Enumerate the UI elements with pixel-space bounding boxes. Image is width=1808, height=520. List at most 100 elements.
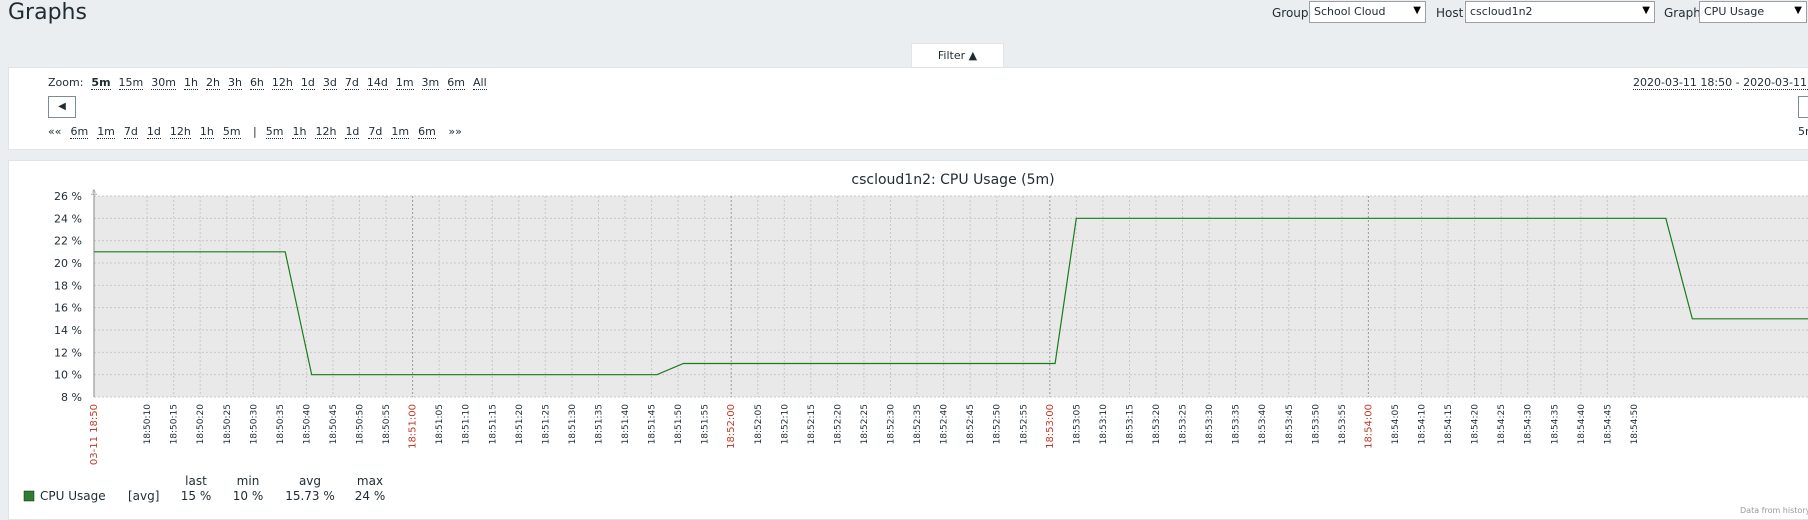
zoom-option-15m[interactable]: 15m — [118, 76, 144, 90]
period-from[interactable]: 2020-03-11 18:50 — [1633, 76, 1733, 90]
x-tick-label: 18:53:50 — [1311, 404, 1321, 445]
x-tick-label: 18:50:55 — [382, 404, 392, 444]
x-tick-label: 18:52:05 — [754, 404, 764, 444]
nav-forward-1h[interactable]: 1h — [292, 125, 307, 139]
nav-back-5m[interactable]: 5m — [222, 125, 241, 139]
x-tick-label: 18:54:05 — [1391, 404, 1401, 444]
zoom-option-14d[interactable]: 14d — [366, 76, 388, 90]
x-tick-label: 18:51:40 — [621, 404, 631, 445]
zoom-option-2h[interactable]: 2h — [205, 76, 220, 90]
nav-back-7d[interactable]: 7d — [123, 125, 138, 139]
x-tick-label: 18:52:00 — [726, 404, 737, 449]
legend-last: 15 % — [181, 489, 212, 503]
x-tick-label: 18:53:25 — [1179, 404, 1189, 444]
legend-header-min: min — [237, 474, 260, 488]
x-tick-label-start: 03-11 18:50 — [89, 404, 100, 465]
nav-back-6m[interactable]: 6m — [70, 125, 89, 139]
x-tick-label: 18:51:45 — [648, 404, 658, 444]
legend-series-name: CPU Usage — [40, 489, 106, 503]
x-tick-label: 18:52:55 — [1019, 404, 1029, 444]
legend-swatch — [23, 490, 35, 502]
nav-back-1h[interactable]: 1h — [199, 125, 214, 139]
zoom-option-7d[interactable]: 7d — [344, 76, 359, 90]
zoom-option-5m[interactable]: 5m — [91, 76, 111, 90]
graph-select-value: CPU Usage — [1704, 5, 1765, 18]
zoom-option-1h[interactable]: 1h — [183, 76, 198, 90]
x-tick-label: 18:54:20 — [1471, 404, 1481, 445]
zoom-option-30m[interactable]: 30m — [151, 76, 176, 90]
filter-tab[interactable]: Filter ▲ — [911, 43, 1004, 68]
nav-forward-1d[interactable]: 1d — [345, 125, 360, 139]
zoom-option-6h[interactable]: 6h — [249, 76, 264, 90]
host-select-value: cscloud1n2 — [1470, 5, 1533, 18]
x-tick-label: 18:51:00 — [408, 404, 419, 449]
x-tick-label: 18:51:30 — [568, 404, 578, 445]
x-tick-label: 18:52:10 — [780, 404, 790, 445]
y-tick-label: 26 % — [54, 190, 82, 203]
x-tick-label: 18:54:25 — [1497, 404, 1507, 444]
zoom-option-3m[interactable]: 3m — [421, 76, 440, 90]
host-select[interactable]: cscloud1n2 ▼ — [1465, 1, 1655, 23]
x-tick-label: 18:54:30 — [1524, 404, 1534, 445]
zoom-option-1m[interactable]: 1m — [395, 76, 414, 90]
zoom-option-all[interactable]: All — [472, 76, 487, 90]
x-tick-label: 18:53:55 — [1338, 404, 1348, 444]
nav-forward-7d[interactable]: 7d — [368, 125, 383, 139]
x-tick-label: 18:50:45 — [329, 404, 339, 444]
legend-func: [avg] — [128, 489, 159, 503]
x-tick-label: 18:51:25 — [541, 404, 551, 444]
host-label: Host — [1436, 6, 1464, 20]
y-tick-label: 24 % — [54, 212, 82, 225]
zoom-option-3h[interactable]: 3h — [227, 76, 242, 90]
x-tick-label: 18:54:15 — [1444, 404, 1454, 444]
legend-header-max: max — [357, 474, 383, 488]
scroll-back-button[interactable]: ◀ — [48, 96, 76, 118]
y-tick-label: 12 % — [54, 346, 82, 359]
period-range: 2020-03-11 18:50 - 2020-03-11 1 — [1633, 76, 1808, 90]
y-tick-label: 20 % — [54, 257, 82, 270]
x-tick-label: 18:52:30 — [887, 404, 897, 445]
zoom-option-1d[interactable]: 1d — [300, 76, 315, 90]
y-tick-label: 18 % — [54, 279, 82, 292]
legend-header-avg: avg — [299, 474, 321, 488]
x-tick-label: 18:51:55 — [701, 404, 711, 444]
x-tick-label: 18:50:10 — [143, 404, 153, 445]
zoom-row: Zoom: 5m 15m 30m 1h 2h 3h 6h 12h 1d 3d 7d 14d 1m 3m 6m A… — [48, 76, 487, 90]
group-select[interactable]: School Cloud ▼ — [1309, 1, 1426, 23]
x-tick-label: 18:54:40 — [1577, 404, 1587, 445]
legend-avg: 15.73 % — [285, 489, 335, 503]
chevron-down-icon: ▼ — [1794, 5, 1802, 16]
zoom-option-6m[interactable]: 6m — [447, 76, 465, 90]
y-tick-label: 16 % — [54, 302, 82, 315]
zoom-option-12h[interactable]: 12h — [271, 76, 293, 90]
zoom-option-3d[interactable]: 3d — [322, 76, 337, 90]
nav-back-label: «« — [48, 125, 62, 138]
nav-row: «« 6m 1m 7d 1d 12h 1h 5m | 5m 1h 12h 1d 7d 1m 6m »» — [48, 125, 462, 139]
x-tick-label: 18:51:35 — [594, 404, 604, 444]
x-tick-label: 18:51:15 — [488, 404, 498, 444]
period-to[interactable]: 2020-03-11 1 — [1743, 76, 1808, 90]
nav-forward-12h[interactable]: 12h — [315, 125, 337, 139]
nav-back-1d[interactable]: 1d — [146, 125, 161, 139]
cpu-usage-chart: cscloud1n2: CPU Usage (5m) 26 % 24 % 22 % 2… — [23, 172, 1808, 515]
x-tick-label: 18:51:05 — [435, 404, 445, 444]
x-tick-label: 18:52:35 — [913, 404, 923, 444]
legend-min: 10 % — [233, 489, 264, 503]
graph-select[interactable]: CPU Usage ▼ — [1699, 1, 1807, 23]
x-tick-label: 18:52:40 — [940, 404, 950, 445]
scroll-forward-button[interactable]: ◀ — [1798, 96, 1808, 118]
chevron-down-icon: ▼ — [1642, 5, 1650, 16]
nav-back-1m[interactable]: 1m — [97, 125, 115, 139]
x-tick-label: 18:51:20 — [515, 404, 525, 445]
x-tick-label: 18:54:45 — [1603, 404, 1613, 444]
data-source-note: Data from history — [1740, 506, 1808, 515]
graph-label: Graph — [1664, 6, 1701, 20]
nav-forward-5m[interactable]: 5m — [265, 125, 284, 139]
nav-forward-1m[interactable]: 1m — [391, 125, 410, 139]
nav-back-12h[interactable]: 12h — [169, 125, 191, 139]
x-tick-label: 18:54:35 — [1550, 404, 1560, 444]
y-tick-label: 10 % — [54, 369, 82, 382]
nav-forward-6m[interactable]: 6m — [418, 125, 436, 139]
x-tick-label: 18:52:50 — [993, 404, 1003, 445]
x-tick-label: 18:54:50 — [1630, 404, 1640, 445]
